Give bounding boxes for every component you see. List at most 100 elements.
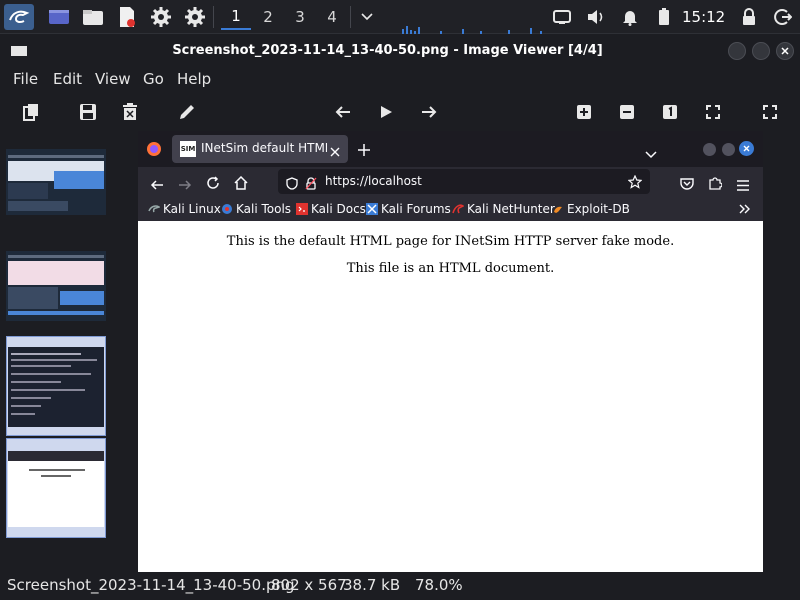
bookmark-exploit-db[interactable]: Exploit-DB	[552, 202, 630, 216]
zoom-out-icon	[620, 105, 634, 119]
menu-file[interactable]: File	[13, 70, 38, 88]
bookmarks-toolbar: Kali Linux Kali Tools Kali Docs Kali For…	[138, 197, 763, 221]
bookmark-kali-docs[interactable]: Kali Docs	[296, 202, 366, 216]
zoom-out-button[interactable]	[616, 101, 638, 123]
forward-button[interactable]	[178, 176, 192, 195]
clock[interactable]: 15:12	[682, 8, 725, 26]
files-launcher[interactable]	[80, 4, 106, 30]
text-editor-launcher[interactable]	[114, 4, 140, 30]
workspace-4[interactable]: 4	[317, 4, 347, 30]
browser-minimize-button[interactable]	[703, 143, 716, 156]
battery-icon	[659, 8, 669, 25]
browser-close-button[interactable]	[739, 141, 754, 156]
terminal-launcher[interactable]	[46, 4, 72, 30]
settings-launcher[interactable]	[148, 4, 174, 30]
settings-manager-launcher[interactable]	[182, 4, 208, 30]
firefox-menu-button[interactable]	[146, 141, 162, 161]
zoom-original-button[interactable]	[659, 101, 681, 123]
lock-icon[interactable]	[305, 175, 317, 194]
new-tab-button[interactable]	[358, 141, 370, 160]
star-icon	[627, 174, 643, 189]
url-text[interactable]: https://localhost	[325, 174, 422, 188]
chevron-down-icon	[645, 151, 657, 159]
battery-tray[interactable]	[653, 6, 675, 28]
thumbnail-image	[8, 347, 104, 427]
delete-button[interactable]	[119, 101, 141, 123]
shield-icon[interactable]	[286, 175, 298, 194]
network-tray[interactable]	[551, 6, 573, 28]
menu-view[interactable]: View	[95, 70, 131, 88]
window-titlebar[interactable]: Screenshot_2023-11-14_13-40-50.png - Ima…	[0, 35, 800, 67]
kali-dragon-icon	[148, 205, 160, 213]
save-button[interactable]	[77, 101, 99, 123]
slideshow-button[interactable]	[375, 101, 397, 123]
extensions-button[interactable]	[708, 175, 723, 194]
thumbnail-3[interactable]	[6, 336, 106, 436]
kali-menu-button[interactable]	[4, 4, 34, 30]
fullscreen-button[interactable]	[759, 101, 781, 123]
zoom-in-icon	[577, 105, 591, 119]
arrow-right-icon	[422, 106, 437, 118]
bookmark-kali-forums[interactable]: Kali Forums	[366, 202, 451, 216]
logout-button[interactable]	[772, 6, 794, 28]
workspace-3[interactable]: 3	[285, 4, 315, 30]
maximize-button[interactable]	[752, 42, 770, 60]
bookmark-label: Kali Docs	[311, 202, 366, 216]
bookmarks-overflow-button[interactable]	[739, 203, 751, 217]
menu-help[interactable]: Help	[177, 70, 211, 88]
browser-menu-button[interactable]	[737, 176, 749, 195]
volume-tray[interactable]	[585, 6, 607, 28]
gear-icon	[185, 7, 205, 27]
document-edit-icon	[120, 7, 135, 27]
tab-favicon: SIM	[180, 141, 196, 157]
browser-maximize-button[interactable]	[722, 143, 735, 156]
close-icon	[781, 47, 789, 55]
edit-button[interactable]	[176, 101, 198, 123]
pocket-icon	[680, 178, 694, 190]
reload-icon	[207, 176, 219, 189]
notifications-tray[interactable]	[619, 6, 641, 28]
bookmark-kali-nethunter[interactable]: Kali NetHunter	[452, 202, 555, 216]
bookmark-label: Kali Linux	[163, 202, 221, 216]
back-button[interactable]	[150, 176, 164, 195]
previous-button[interactable]	[332, 101, 354, 123]
tab-list-button[interactable]	[645, 144, 657, 163]
browser-tab[interactable]: SIM INetSim default HTML pa	[172, 135, 348, 163]
next-button[interactable]	[418, 101, 440, 123]
minimize-button[interactable]	[728, 42, 746, 60]
save-icon	[80, 104, 96, 120]
menu-edit[interactable]: Edit	[53, 70, 82, 88]
chevron-double-right-icon	[739, 204, 750, 214]
copy-button[interactable]	[20, 101, 42, 123]
workspace-1[interactable]: 1	[221, 4, 251, 30]
thumbnail-image	[8, 451, 104, 527]
bookmark-kali-linux[interactable]: Kali Linux	[148, 202, 221, 216]
thumbnail-1[interactable]	[6, 149, 106, 249]
bookmark-star-button[interactable]	[627, 174, 643, 193]
network-icon	[553, 10, 571, 24]
menu-go[interactable]: Go	[143, 70, 164, 88]
workspace-2[interactable]: 2	[253, 4, 283, 30]
home-button[interactable]	[234, 175, 248, 194]
status-bar: Screenshot_2023-11-14_13-40-50.png 802 x…	[0, 572, 800, 600]
hamburger-icon	[737, 180, 749, 191]
reload-button[interactable]	[206, 175, 220, 194]
chevron-down-icon	[361, 13, 373, 21]
toolbar	[0, 93, 800, 131]
tab-close-button[interactable]	[330, 142, 340, 161]
url-bar[interactable]: https://localhost	[278, 169, 650, 194]
logout-icon	[774, 9, 792, 25]
lock-screen-button[interactable]	[738, 6, 760, 28]
bookmark-label: Kali Tools	[236, 202, 292, 216]
thumbnail-4[interactable]	[6, 438, 106, 538]
cpu-graph	[400, 14, 550, 34]
window-list-button[interactable]	[354, 4, 380, 30]
zoom-fit-button[interactable]	[702, 101, 724, 123]
bookmark-kali-tools[interactable]: Kali Tools	[221, 202, 291, 216]
close-button[interactable]	[776, 42, 794, 60]
status-filesize: 38.7 kB	[343, 576, 401, 594]
exploit-db-icon	[554, 206, 562, 213]
zoom-in-button[interactable]	[573, 101, 595, 123]
window-title: Screenshot_2023-11-14_13-40-50.png - Ima…	[172, 43, 603, 58]
pocket-button[interactable]	[680, 175, 694, 194]
